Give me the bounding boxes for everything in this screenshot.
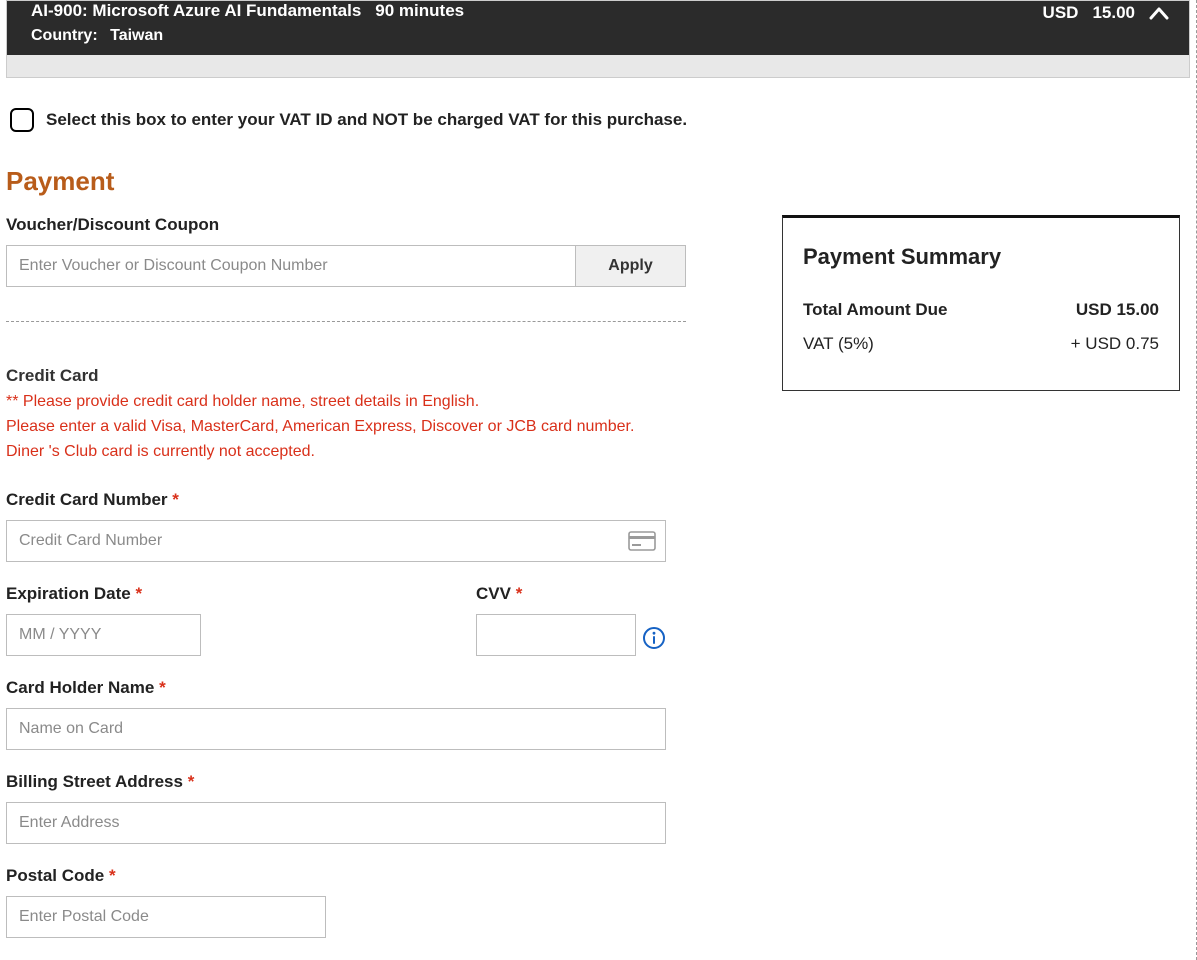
credit-card-section-title: Credit Card	[6, 366, 686, 386]
chevron-up-icon[interactable]	[1149, 6, 1169, 20]
total-amount-value: USD 15.00	[1076, 300, 1159, 320]
expiration-input[interactable]	[6, 614, 201, 656]
total-amount-label: Total Amount Due	[803, 300, 947, 320]
order-price: 15.00	[1092, 3, 1135, 23]
country-value: Taiwan	[110, 27, 163, 44]
country-label: Country:	[31, 27, 98, 44]
order-currency: USD	[1043, 3, 1079, 23]
vat-amount-label: VAT (5%)	[803, 334, 874, 354]
cvv-label: CVV	[476, 584, 511, 603]
section-divider	[6, 321, 686, 322]
billing-address-label: Billing Street Address	[6, 772, 183, 791]
order-header[interactable]: AI-900: Microsoft Azure AI Fundamentals …	[7, 1, 1189, 55]
vat-checkbox[interactable]	[10, 108, 34, 132]
voucher-label: Voucher/Discount Coupon	[6, 215, 686, 235]
credit-card-warning: ** Please provide credit card holder nam…	[6, 390, 686, 464]
info-icon[interactable]	[642, 626, 666, 650]
required-mark: *	[172, 490, 179, 509]
card-holder-label: Card Holder Name	[6, 678, 154, 697]
card-holder-input[interactable]	[6, 708, 666, 750]
billing-address-input[interactable]	[6, 802, 666, 844]
credit-card-icon	[628, 531, 656, 551]
order-panel: AI-900: Microsoft Azure AI Fundamentals …	[6, 0, 1190, 78]
voucher-input[interactable]	[6, 245, 576, 287]
expiration-label: Expiration Date	[6, 584, 131, 603]
payment-summary-panel: Payment Summary Total Amount Due USD 15.…	[782, 215, 1180, 391]
vat-amount-value: + USD 0.75	[1071, 334, 1159, 354]
apply-button[interactable]: Apply	[576, 245, 686, 287]
cc-number-input[interactable]	[6, 520, 666, 562]
exam-duration: 90 minutes	[375, 1, 464, 21]
payment-heading: Payment	[6, 166, 1196, 197]
postal-code-input[interactable]	[6, 896, 326, 938]
cvv-input[interactable]	[476, 614, 636, 656]
required-mark: *	[135, 584, 142, 603]
required-mark: *	[188, 772, 195, 791]
required-mark: *	[159, 678, 166, 697]
cc-number-label: Credit Card Number	[6, 490, 168, 509]
exam-title: AI-900: Microsoft Azure AI Fundamentals	[31, 1, 361, 21]
payment-summary-title: Payment Summary	[803, 244, 1159, 270]
required-mark: *	[516, 584, 523, 603]
postal-code-label: Postal Code	[6, 866, 104, 885]
required-mark: *	[109, 866, 116, 885]
vat-checkbox-label: Select this box to enter your VAT ID and…	[46, 110, 687, 130]
